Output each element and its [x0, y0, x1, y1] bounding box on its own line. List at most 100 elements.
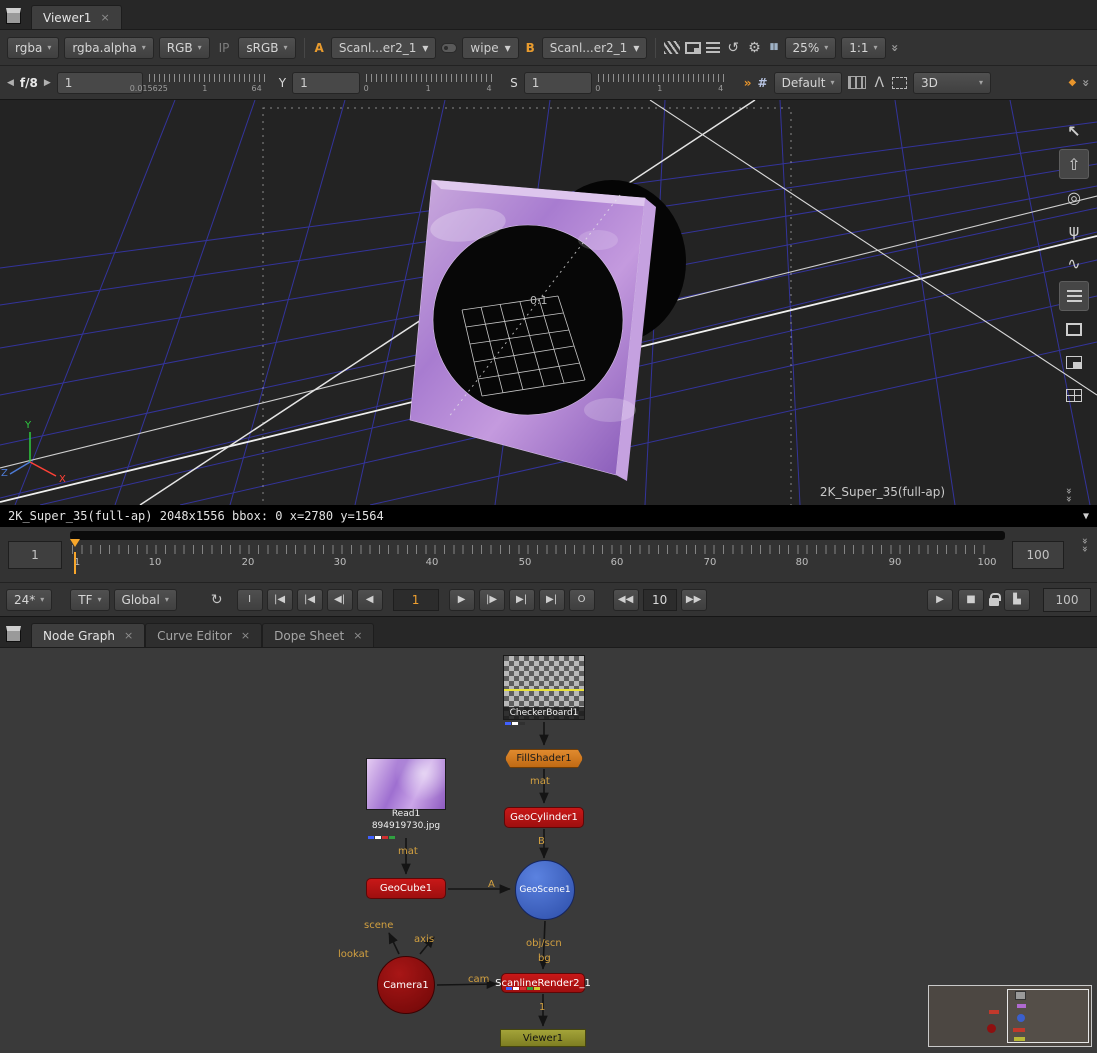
viewport-collapse-icon[interactable]: » » — [1065, 487, 1071, 503]
range-start-field[interactable]: 1 — [8, 541, 62, 569]
grid-view-icon[interactable] — [1059, 380, 1089, 410]
node-scanlinerender2-1[interactable]: ScanlineRender2_1 — [501, 973, 585, 993]
rotate-tool-icon[interactable]: ◎ — [1059, 182, 1089, 212]
filmstrip-icon[interactable] — [848, 76, 866, 89]
jump-forward-button[interactable]: ▶▶ — [681, 589, 707, 611]
skeleton-tool-icon[interactable]: ψ — [1059, 215, 1089, 245]
tf-dropdown[interactable]: TF▾ — [70, 589, 109, 611]
node-viewer1[interactable]: Viewer1 — [500, 1029, 586, 1047]
playhead[interactable] — [70, 539, 80, 574]
goto-end-button[interactable]: ▶| — [539, 589, 565, 611]
jump-back-button[interactable]: ◀◀ — [613, 589, 639, 611]
close-icon[interactable]: × — [241, 629, 250, 642]
proxy-ratio-dropdown[interactable]: 1:1▾ — [841, 37, 885, 59]
flipbook-icon[interactable]: ▶ — [927, 589, 953, 611]
frame-range-dropdown[interactable]: Global▾ — [114, 589, 177, 611]
roi-gear-icon[interactable]: ⚙ — [746, 41, 763, 55]
curve-editor-shortcut-icon[interactable]: ▙ — [1004, 589, 1030, 611]
select-cursor-icon[interactable]: ↖ — [1059, 116, 1089, 146]
render-icon[interactable]: ■ — [958, 589, 984, 611]
view-preset-dropdown[interactable]: Default▾ — [774, 72, 843, 94]
tab-dope-sheet[interactable]: Dope Sheet × — [262, 623, 374, 647]
pane-menu-icon[interactable] — [6, 626, 21, 642]
tab-curve-editor[interactable]: Curve Editor × — [145, 623, 262, 647]
wave-icon[interactable]: Λ — [872, 76, 886, 90]
gain-slider[interactable]: 0.015625 1 64 — [149, 71, 267, 95]
gamma-label: Y — [279, 76, 286, 90]
frame-increment-field[interactable]: 10 — [643, 589, 677, 611]
wipe-mode-dropdown[interactable]: wipe▾ — [462, 37, 518, 59]
selection-box-icon[interactable] — [892, 77, 907, 89]
alpha-channel-dropdown[interactable]: rgba.alpha▾ — [64, 37, 153, 59]
node-checkerboard1[interactable]: CheckerBoard1 — [503, 655, 585, 720]
goto-start-button[interactable]: |◀ — [267, 589, 293, 611]
node-read1[interactable] — [366, 758, 446, 810]
saturation-input[interactable]: 1 — [524, 72, 592, 94]
display-list-icon[interactable] — [1059, 281, 1089, 311]
float-viewer-icon[interactable] — [685, 42, 701, 54]
refresh-icon[interactable]: ↺ — [725, 41, 741, 55]
zoom-dropdown[interactable]: 25%▾ — [785, 37, 837, 59]
global-range-end-field[interactable]: 100 — [1043, 588, 1091, 612]
frame-selection-icon[interactable] — [1059, 314, 1089, 344]
set-in-button[interactable]: I — [237, 589, 263, 611]
close-icon[interactable]: × — [124, 629, 133, 642]
playback-mode-icon[interactable]: ↻ — [209, 593, 225, 607]
view-mode-dropdown[interactable]: 3D▾ — [913, 72, 991, 94]
split-view-icon[interactable] — [1059, 347, 1089, 377]
translate-tool-icon[interactable]: ⇧ — [1059, 149, 1089, 179]
lut-dropdown[interactable]: sRGB▾ — [238, 37, 295, 59]
close-icon[interactable]: × — [100, 11, 109, 24]
tab-node-graph[interactable]: Node Graph × — [31, 623, 145, 647]
viewer-info-icon[interactable] — [706, 42, 720, 53]
fps-dropdown[interactable]: 24*▾ — [6, 589, 52, 611]
saturation-slider[interactable]: 0 1 4 — [598, 71, 726, 95]
edge-label-b: B — [538, 836, 545, 847]
lock-3d-icon[interactable]: ◆ — [1069, 77, 1077, 88]
node-geocube1[interactable]: GeoCube1 — [366, 878, 446, 899]
gamma-slider[interactable]: 0 1 4 — [366, 71, 494, 95]
fstop-decrease-icon[interactable]: ◀ — [7, 78, 14, 88]
info-expand-icon[interactable]: ▼ — [1083, 511, 1089, 522]
node-camera1[interactable]: Camera1 — [377, 956, 435, 1014]
display-channel-dropdown[interactable]: RGB▾ — [159, 37, 210, 59]
input-process-toggle[interactable]: IP — [215, 38, 234, 58]
pane-menu-icon[interactable] — [6, 8, 21, 24]
lock-range-icon[interactable] — [989, 598, 999, 606]
collapse-chevrons-icon[interactable]: » — [1079, 79, 1093, 87]
fstop-increase-icon[interactable]: ▶ — [44, 78, 51, 88]
play-button[interactable]: ▶ — [449, 589, 475, 611]
tab-viewer1[interactable]: Viewer1 × — [31, 5, 122, 29]
timeline-ruler[interactable]: 1 10 20 30 40 50 60 70 80 90 100 — [72, 543, 992, 567]
b-input-dropdown[interactable]: Scanl...er2_1▾ — [542, 37, 648, 59]
wipe-toggle[interactable] — [441, 43, 457, 53]
handles-icon[interactable]: » — [744, 76, 752, 90]
collapse-chevrons-icon[interactable]: » — [887, 44, 901, 52]
3d-viewport[interactable]: 0.1 Y X Z ↖ ⇧ ◎ ψ ∿ 2K_Super_35(full-ap) — [0, 100, 1097, 505]
current-frame-field[interactable]: 1 — [393, 589, 439, 611]
next-increment-button[interactable]: ▶| — [509, 589, 535, 611]
play-keyframe-button[interactable]: |▶ — [479, 589, 505, 611]
wipe-pattern-icon[interactable] — [664, 41, 680, 54]
range-end-field[interactable]: 100 — [1012, 541, 1064, 569]
snap-grid-icon[interactable]: # — [758, 76, 768, 90]
node-graph-canvas[interactable]: CheckerBoard1 FillShader1 mat GeoCylinde… — [0, 648, 1097, 1053]
prev-increment-button[interactable]: ◀| — [327, 589, 353, 611]
node-geoscene1[interactable]: GeoScene1 — [515, 860, 575, 920]
a-input-dropdown[interactable]: Scanl...er2_1▾ — [331, 37, 437, 59]
node-geocylinder1[interactable]: GeoCylinder1 — [504, 807, 584, 828]
step-back-button[interactable]: ◀ — [357, 589, 383, 611]
timeline-collapse-icon[interactable]: » » — [1081, 537, 1087, 553]
chevron-down-icon: ▾ — [284, 43, 288, 52]
gamma-input[interactable]: 1 — [292, 72, 360, 94]
curve-tool-icon[interactable]: ∿ — [1059, 248, 1089, 278]
cache-bar — [70, 531, 1005, 540]
node-fillshader1[interactable]: FillShader1 — [505, 749, 583, 768]
set-out-button[interactable]: O — [569, 589, 595, 611]
channels-dropdown[interactable]: rgba▾ — [7, 37, 59, 59]
pause-icon[interactable]: ▮▮ — [768, 43, 780, 52]
prev-keyframe-button[interactable]: |◀ — [297, 589, 323, 611]
close-icon[interactable]: × — [353, 629, 362, 642]
3d-viewport-canvas[interactable]: 0.1 Y X Z — [0, 100, 1097, 505]
node-graph-minimap[interactable] — [928, 985, 1092, 1047]
